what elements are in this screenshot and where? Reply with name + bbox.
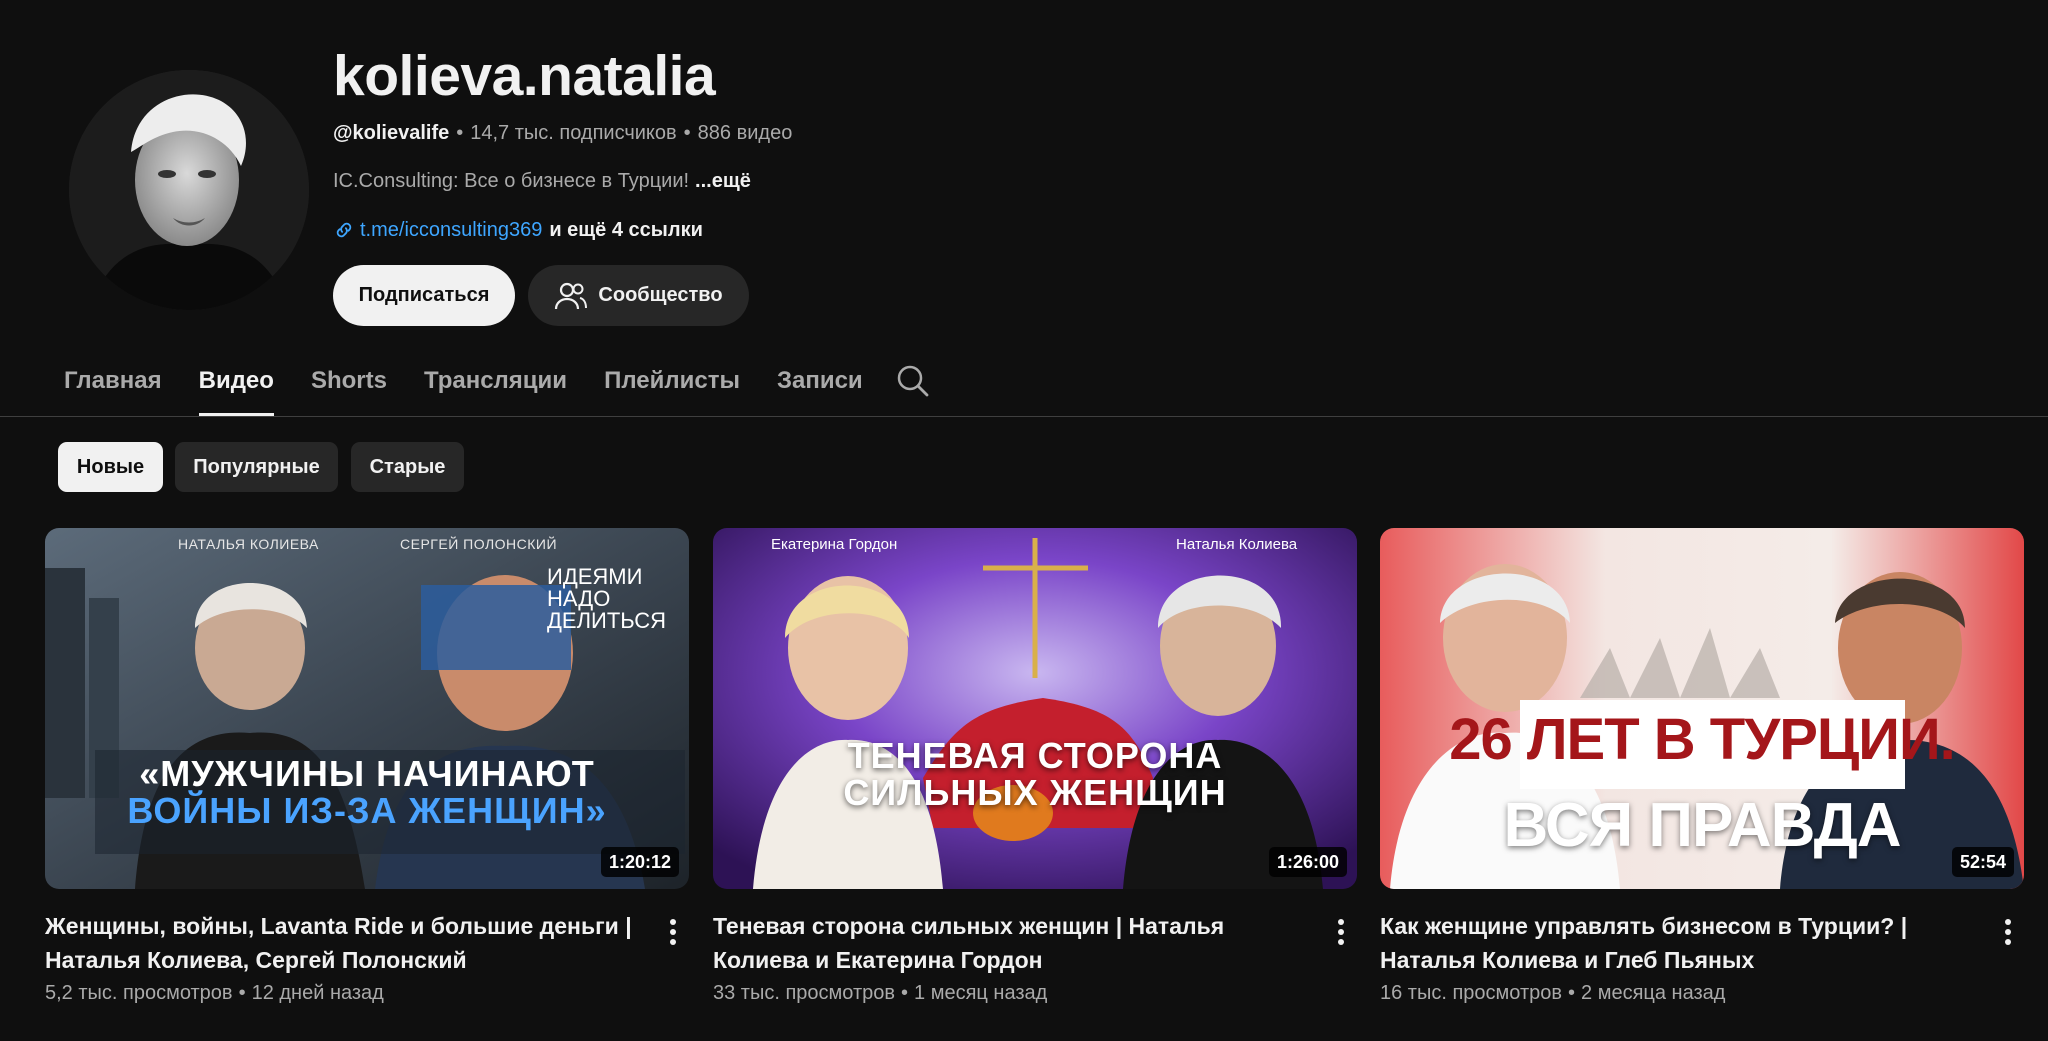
chip-old[interactable]: Старые: [351, 442, 464, 492]
thumb-headline-1: 26 ЛЕТ В ТУРЦИИ.: [1449, 707, 1956, 772]
channel-handle: @kolievalife: [333, 122, 450, 144]
video-duration: 52:54: [1951, 847, 2014, 877]
thumb-headline-2: ВСЯ ПРАВДА: [1503, 791, 1901, 860]
thumb-headline-1: ТЕНЕВАЯ СТОРОНА: [847, 735, 1223, 776]
tab-live[interactable]: Трансляции: [424, 355, 567, 416]
thumb-headline-2: СИЛЬНЫХ ЖЕНЩИН: [843, 772, 1227, 813]
video-meta: 33 тыс. просмотров • 1 месяц назад: [713, 979, 1357, 1007]
more-links-button[interactable]: и ещё 4 ссылки: [549, 217, 703, 243]
thumb-tag-line-2: НАДО: [547, 586, 611, 611]
channel-meta: @kolievalife • 14,7 тыс. подписчиков • 886 в…: [333, 120, 792, 146]
video-age: 2 месяца назад: [1581, 982, 1726, 1004]
video-card[interactable]: НАТАЛЬЯ КОЛИЕВА СЕРГЕЙ ПОЛОНСКИЙ ИДЕЯМИ …: [45, 528, 689, 1007]
video-title[interactable]: Теневая сторона сильных женщин | Наталья…: [713, 909, 1303, 977]
community-button[interactable]: Сообщество: [528, 265, 749, 326]
tab-posts[interactable]: Записи: [777, 355, 863, 416]
video-card[interactable]: Екатерина Гордон Наталья Колиева ТЕНЕВАЯ…: [713, 528, 1357, 1007]
avatar-image: [69, 70, 309, 310]
thumb-name-left: Екатерина Гордон: [771, 536, 898, 553]
video-duration: 1:20:12: [600, 847, 679, 877]
video-meta: 16 тыс. просмотров • 2 месяца назад: [1380, 979, 2024, 1007]
channel-avatar[interactable]: [69, 70, 309, 310]
video-title[interactable]: Как женщине управлять бизнесом в Турции?…: [1380, 909, 1970, 977]
chip-new[interactable]: Новые: [58, 442, 163, 492]
channel-links: t.me/icconsulting369 и ещё 4 ссылки: [333, 217, 703, 243]
thumb-headline-2: ВОЙНЫ ИЗ-ЗА ЖЕНЩИН»: [127, 790, 607, 831]
subscriber-count: 14,7 тыс. подписчиков: [470, 122, 677, 144]
tab-shorts[interactable]: Shorts: [311, 355, 387, 416]
video-age: 12 дней назад: [251, 982, 384, 1004]
channel-description[interactable]: IC.Consulting: Все о бизнесе в Турции!..…: [333, 168, 751, 194]
people-icon: [554, 281, 588, 311]
video-card[interactable]: 26 ЛЕТ В ТУРЦИИ. ВСЯ ПРАВДА 52:54 Как же…: [1380, 528, 2024, 1007]
thumb-tag-line-3: ДЕЛИТЬСЯ: [547, 608, 666, 633]
video-thumbnail[interactable]: НАТАЛЬЯ КОЛИЕВА СЕРГЕЙ ПОЛОНСКИЙ ИДЕЯМИ …: [45, 528, 689, 889]
thumbnail-image: [713, 528, 1357, 889]
video-thumbnail[interactable]: Екатерина Гордон Наталья Колиева ТЕНЕВАЯ…: [713, 528, 1357, 889]
tab-playlists[interactable]: Плейлисты: [604, 355, 740, 416]
subscribe-button[interactable]: Подписаться: [333, 265, 515, 326]
video-duration: 1:26:00: [1268, 847, 1347, 877]
tab-videos[interactable]: Видео: [198, 355, 275, 416]
video-count: 886 видео: [697, 122, 793, 144]
tab-home[interactable]: Главная: [64, 355, 162, 416]
description-more-button[interactable]: ...ещё: [695, 170, 751, 192]
thumb-name-left: НАТАЛЬЯ КОЛИЕВА: [178, 536, 319, 552]
meta-separator: •: [1568, 982, 1576, 1004]
community-label: Сообщество: [598, 284, 723, 306]
channel-tabs: Главная Видео Shorts Трансляции Плейлист…: [64, 355, 900, 416]
video-title[interactable]: Женщины, войны, Lavanta Ride и большие д…: [45, 909, 635, 977]
more-options-icon[interactable]: [659, 912, 687, 952]
search-icon[interactable]: [896, 364, 930, 398]
thumb-tagline: ИДЕЯМИ НАДО ДЕЛИТЬСЯ: [547, 566, 666, 632]
video-thumbnail[interactable]: 26 ЛЕТ В ТУРЦИИ. ВСЯ ПРАВДА 52:54: [1380, 528, 2024, 889]
more-options-icon[interactable]: [1327, 912, 1355, 952]
tabs-divider: [0, 416, 2048, 417]
link-icon: [333, 219, 355, 241]
thumb-name-right: СЕРГЕЙ ПОЛОНСКИЙ: [400, 536, 558, 552]
description-text: IC.Consulting: Все о бизнесе в Турции!: [333, 170, 690, 192]
thumb-tag-line-1: ИДЕЯМИ: [547, 564, 643, 589]
thumb-name-right: Наталья Колиева: [1176, 536, 1298, 553]
thumb-headline-1: «МУЖЧИНЫ НАЧИНАЮТ: [139, 753, 595, 794]
channel-link[interactable]: t.me/icconsulting369: [360, 217, 542, 243]
video-views: 5,2 тыс. просмотров: [45, 982, 233, 1004]
channel-name: kolieva.natalia: [333, 44, 716, 108]
meta-separator: •: [901, 982, 909, 1004]
chip-popular[interactable]: Популярные: [175, 442, 338, 492]
meta-separator: •: [238, 982, 246, 1004]
meta-separator: •: [683, 122, 691, 144]
video-age: 1 месяц назад: [914, 982, 1048, 1004]
video-views: 33 тыс. просмотров: [713, 982, 895, 1004]
meta-separator: •: [456, 122, 464, 144]
video-meta: 5,2 тыс. просмотров • 12 дней назад: [45, 979, 689, 1007]
more-options-icon[interactable]: [1994, 912, 2022, 952]
video-views: 16 тыс. просмотров: [1380, 982, 1562, 1004]
